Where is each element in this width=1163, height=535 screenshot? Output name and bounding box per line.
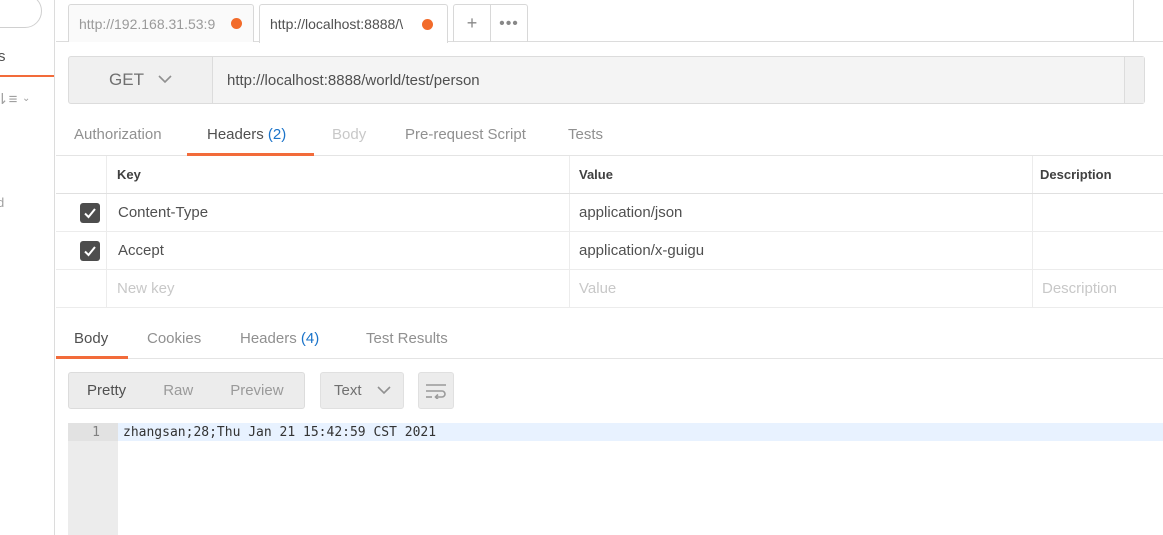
chevron-down-icon xyxy=(158,73,172,87)
header-description-cell[interactable] xyxy=(1032,194,1163,231)
raw-button[interactable]: Raw xyxy=(163,382,193,399)
table-row: Content-Type application/json xyxy=(56,194,1163,232)
add-tab-button[interactable]: + xyxy=(454,5,490,42)
wrap-lines-icon[interactable] xyxy=(418,372,454,409)
tab-headers[interactable]: Headers (2) xyxy=(207,126,286,143)
format-select[interactable]: Text xyxy=(320,372,404,409)
main-panel: http://192.168.31.53:9 http://localhost:… xyxy=(56,0,1163,535)
request-config-tabs: Authorization Headers (2) Body Pre-reque… xyxy=(56,118,1163,156)
request-tab-active[interactable]: http://localhost:8888/\ xyxy=(259,4,448,43)
tab-authorization[interactable]: Authorization xyxy=(74,126,162,143)
key-column-header: Key xyxy=(106,156,569,193)
sidebar-fragment: d xyxy=(0,195,4,210)
headers-count-badge: (2) xyxy=(267,126,287,143)
checkbox-checked-icon[interactable] xyxy=(80,202,100,223)
table-header-row: Key Value Description xyxy=(56,156,1163,194)
header-value-cell[interactable]: application/x-guigu xyxy=(569,232,1032,269)
active-tab-underline xyxy=(56,356,128,359)
view-mode-segmented: Pretty Raw Preview xyxy=(68,372,305,409)
tab-cookies[interactable]: Cookies xyxy=(147,330,201,347)
tab-actions: + ••• xyxy=(453,4,528,42)
chevron-down-icon xyxy=(376,384,391,398)
sidebar: s ⇂≡ ⌄ d xyxy=(0,0,55,535)
new-value-input[interactable]: Value xyxy=(569,270,1032,307)
header-value-cell[interactable]: application/json xyxy=(569,194,1032,231)
row-checkbox[interactable] xyxy=(56,194,106,231)
tab-tests[interactable]: Tests xyxy=(568,126,603,143)
preview-button[interactable]: Preview xyxy=(230,382,283,399)
checkbox-checked-icon[interactable] xyxy=(80,240,100,261)
tab-response-body[interactable]: Body xyxy=(74,330,108,347)
request-tab-label: http://localhost:8888/\ xyxy=(270,16,404,32)
new-row-checkbox-slot xyxy=(56,270,106,307)
row-checkbox[interactable] xyxy=(56,232,106,269)
header-description-cell[interactable] xyxy=(1032,232,1163,269)
chevron-down-icon[interactable]: ⌄ xyxy=(22,93,30,104)
response-tabs: Body Cookies Headers (4) Test Results xyxy=(56,322,1163,359)
header-key-cell[interactable]: Content-Type xyxy=(106,194,569,231)
tab-response-headers-label: Headers xyxy=(240,330,297,347)
pretty-button[interactable]: Pretty xyxy=(87,382,126,399)
checkbox-column-header xyxy=(56,156,106,193)
description-column-header: Description xyxy=(1032,156,1163,193)
format-label: Text xyxy=(334,382,362,399)
response-body-viewer[interactable]: 1 zhangsan;28;Thu Jan 21 15:42:59 CST 20… xyxy=(68,423,1163,535)
new-description-input[interactable]: Description xyxy=(1032,270,1163,307)
table-row: Accept application/x-guigu xyxy=(56,232,1163,270)
method-select[interactable]: GET xyxy=(69,57,213,103)
method-label: GET xyxy=(109,70,144,89)
url-bar-right-edge xyxy=(1124,57,1144,103)
more-icon[interactable]: ••• xyxy=(490,5,527,42)
response-line[interactable]: zhangsan;28;Thu Jan 21 15:42:59 CST 2021 xyxy=(118,423,1163,441)
header-key-cell[interactable]: Accept xyxy=(106,232,569,269)
url-input[interactable]: http://localhost:8888/world/test/person xyxy=(213,57,1124,103)
line-number: 1 xyxy=(68,423,118,441)
request-tab-label: http://192.168.31.53:9 xyxy=(79,15,216,32)
url-bar: GET http://localhost:8888/world/test/per… xyxy=(68,56,1145,104)
tab-response-headers[interactable]: Headers (4) xyxy=(240,330,319,347)
tab-headers-label: Headers xyxy=(207,126,264,143)
tab-test-results[interactable]: Test Results xyxy=(366,330,448,347)
unsaved-dot-icon xyxy=(231,18,242,29)
sort-icon[interactable]: ⇂≡ xyxy=(0,90,17,108)
new-key-input[interactable]: New key xyxy=(106,270,569,307)
sidebar-search-pill[interactable] xyxy=(0,0,42,28)
response-headers-count-badge: (4) xyxy=(300,330,320,347)
tab-bar-right-edge xyxy=(1133,0,1163,42)
tab-body[interactable]: Body xyxy=(332,126,366,143)
request-tab-bar: http://192.168.31.53:9 http://localhost:… xyxy=(56,0,1163,43)
new-header-row: New key Value Description xyxy=(56,270,1163,308)
tab-prerequest-script[interactable]: Pre-request Script xyxy=(405,126,526,143)
sidebar-tab-underline xyxy=(0,75,54,77)
value-column-header: Value xyxy=(569,156,1032,193)
headers-table: Key Value Description Content-Type appli… xyxy=(56,156,1163,308)
unsaved-dot-icon xyxy=(422,18,433,30)
request-tab[interactable]: http://192.168.31.53:9 xyxy=(68,4,254,42)
sidebar-tab[interactable]: s xyxy=(0,48,6,65)
